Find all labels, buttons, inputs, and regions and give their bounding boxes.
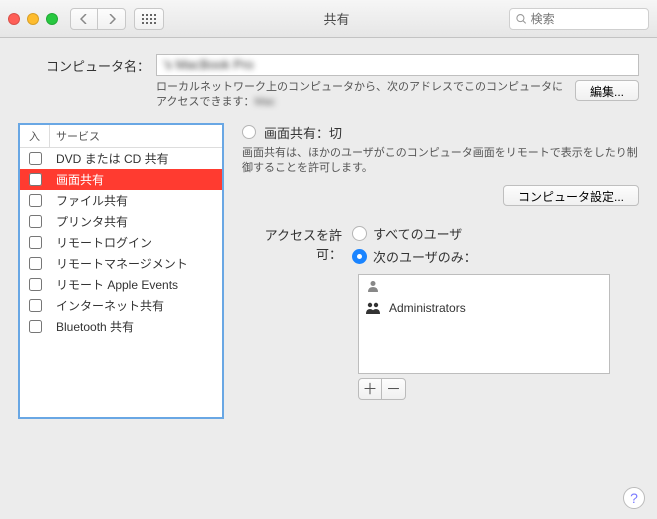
- edit-button[interactable]: 編集...: [575, 80, 639, 101]
- services-list[interactable]: 入 サービス DVD または CD 共有画面共有ファイル共有プリンタ共有リモート…: [18, 123, 224, 419]
- service-item[interactable]: リモートログイン: [20, 232, 222, 253]
- remove-user-button[interactable]: －: [382, 378, 406, 400]
- service-checkbox[interactable]: [29, 173, 42, 186]
- show-all-button[interactable]: [134, 8, 164, 30]
- status-title: 画面共有：切: [264, 123, 342, 142]
- service-checkbox[interactable]: [29, 152, 42, 165]
- services-header: 入 サービス: [20, 125, 222, 148]
- zoom-icon[interactable]: [46, 13, 58, 25]
- back-button[interactable]: [70, 8, 98, 30]
- service-label: インターネット共有: [50, 297, 222, 314]
- person-icon: [365, 279, 381, 293]
- user-row[interactable]: [359, 275, 609, 297]
- service-label: リモートログイン: [50, 234, 222, 251]
- access-label: アクセスを許可：: [242, 224, 342, 263]
- service-checkbox[interactable]: [29, 194, 42, 207]
- search-icon: [516, 13, 527, 25]
- radio-all-users[interactable]: すべてのユーザ: [352, 224, 477, 243]
- computer-name-field[interactable]: 's MacBook Pro: [156, 54, 639, 76]
- status-indicator-icon: [242, 125, 256, 139]
- service-checkbox[interactable]: [29, 320, 42, 333]
- radio-icon: [352, 226, 367, 241]
- service-item[interactable]: DVD または CD 共有: [20, 148, 222, 169]
- user-name: Administrators: [389, 301, 466, 315]
- search-input[interactable]: [531, 12, 642, 26]
- titlebar: 共有: [0, 0, 657, 38]
- radio-icon: [352, 249, 367, 264]
- service-checkbox[interactable]: [29, 278, 42, 291]
- service-label: プリンタ共有: [50, 213, 222, 230]
- service-item[interactable]: プリンタ共有: [20, 211, 222, 232]
- service-item[interactable]: リモートマネージメント: [20, 253, 222, 274]
- nav-buttons: [70, 8, 126, 30]
- window-title: 共有: [172, 9, 501, 28]
- service-item[interactable]: インターネット共有: [20, 295, 222, 316]
- window-controls: [8, 13, 58, 25]
- service-item[interactable]: Bluetooth 共有: [20, 316, 222, 337]
- service-label: Bluetooth 共有: [50, 318, 222, 335]
- service-checkbox[interactable]: [29, 236, 42, 249]
- col-service: サービス: [50, 125, 222, 147]
- computer-address-text: ローカルネットワーク上のコンピュータから、次のアドレスでこのコンピュータにアクセ…: [156, 80, 569, 111]
- search-field[interactable]: [509, 8, 649, 30]
- service-checkbox[interactable]: [29, 257, 42, 270]
- group-icon: [365, 301, 381, 315]
- col-on: 入: [20, 125, 50, 147]
- service-label: リモートマネージメント: [50, 255, 222, 272]
- user-list[interactable]: Administrators: [358, 274, 610, 374]
- service-checkbox[interactable]: [29, 215, 42, 228]
- service-item[interactable]: 画面共有: [20, 169, 222, 190]
- service-label: リモート Apple Events: [50, 276, 222, 293]
- computer-settings-button[interactable]: コンピュータ設定...: [503, 185, 639, 206]
- add-user-button[interactable]: ＋: [358, 378, 382, 400]
- service-label: DVD または CD 共有: [50, 150, 222, 167]
- radio-only-users[interactable]: 次のユーザのみ：: [352, 247, 477, 266]
- computer-name-label: コンピュータ名：: [18, 56, 150, 75]
- service-label: 画面共有: [50, 171, 222, 188]
- service-item[interactable]: リモート Apple Events: [20, 274, 222, 295]
- help-button[interactable]: ?: [623, 487, 645, 509]
- forward-button[interactable]: [98, 8, 126, 30]
- status-description: 画面共有は、ほかのユーザがこのコンピュータ画面をリモートで表示をしたり制御するこ…: [242, 146, 639, 177]
- service-label: ファイル共有: [50, 192, 222, 209]
- service-checkbox[interactable]: [29, 299, 42, 312]
- user-row[interactable]: Administrators: [359, 297, 609, 319]
- minimize-icon[interactable]: [27, 13, 39, 25]
- service-item[interactable]: ファイル共有: [20, 190, 222, 211]
- close-icon[interactable]: [8, 13, 20, 25]
